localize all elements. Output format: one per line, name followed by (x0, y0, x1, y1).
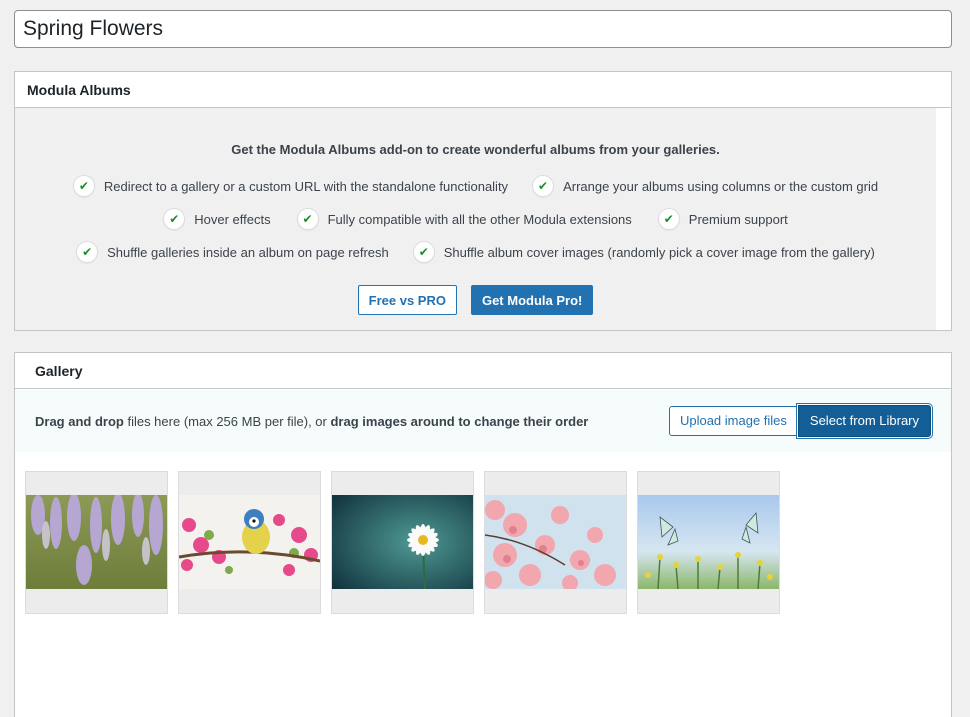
upload-buttons: Upload image files Select from Library (668, 404, 931, 437)
feature-label: Hover effects (194, 211, 271, 227)
check-icon: ✔ (412, 241, 435, 263)
daisy-image (332, 495, 473, 589)
albums-headline: Get the Modula Albums add-on to create w… (231, 142, 720, 157)
select-from-library-button[interactable]: Select from Library (797, 404, 931, 437)
feature-item: ✔ Shuffle galleries inside an album on p… (76, 241, 389, 263)
check-icon: ✔ (296, 208, 319, 230)
check-icon: ✔ (532, 175, 555, 197)
feature-item: ✔ Redirect to a gallery or a custom URL … (72, 175, 509, 197)
feature-item: ✔ Premium support (657, 208, 788, 230)
bird-image (179, 495, 320, 589)
feature-label: Arrange your albums using columns or the… (563, 178, 879, 194)
albums-upsell: Get the Modula Albums add-on to create w… (15, 108, 936, 330)
gallery-box: Gallery Drag and drop files here (max 25… (14, 352, 952, 717)
gallery-thumbnail-bird[interactable] (178, 471, 321, 614)
feature-label: Redirect to a gallery or a custom URL wi… (103, 178, 509, 194)
upload-instructions: Drag and drop files here (max 256 MB per… (35, 413, 589, 429)
gallery-title: Gallery (35, 362, 83, 379)
post-title-input[interactable]: Spring Flowers (14, 10, 952, 48)
gallery-thumbnail-wisteria[interactable] (25, 471, 168, 614)
check-icon: ✔ (163, 208, 186, 230)
butterflies-image (638, 495, 779, 589)
feature-label: Shuffle galleries inside an album on pag… (107, 244, 389, 260)
gallery-thumbnail-butterflies[interactable] (637, 471, 780, 614)
feature-item: ✔ Hover effects (163, 208, 271, 230)
check-icon: ✔ (76, 241, 99, 263)
gallery-thumbnails (25, 471, 780, 614)
feature-item: ✔ Arrange your albums using columns or t… (532, 175, 878, 197)
gallery-header[interactable]: Gallery (15, 353, 951, 389)
upload-dropzone[interactable]: Drag and drop files here (max 256 MB per… (15, 390, 951, 452)
check-icon: ✔ (657, 208, 680, 230)
get-modula-pro-button[interactable]: Get Modula Pro! (470, 285, 594, 315)
albums-header[interactable]: Modula Albums (15, 72, 951, 108)
gallery-thumbnail-cherry-blossom[interactable] (484, 471, 627, 614)
feature-label: Premium support (688, 211, 788, 227)
feature-row-1: ✔ Redirect to a gallery or a custom URL … (15, 175, 936, 197)
feature-item: ✔ Shuffle album cover images (randomly p… (412, 241, 875, 263)
feature-label: Fully compatible with all the other Modu… (327, 211, 632, 227)
upload-image-files-button[interactable]: Upload image files (668, 405, 798, 436)
feature-item: ✔ Fully compatible with all the other Mo… (296, 208, 632, 230)
feature-row-2: ✔ Hover effects ✔ Fully compatible with … (15, 208, 936, 230)
albums-buttons: Free vs PRO Get Modula Pro! (15, 285, 936, 315)
wisteria-image (26, 495, 167, 589)
feature-row-3: ✔ Shuffle galleries inside an album on p… (15, 241, 936, 263)
gallery-thumbnail-daisy[interactable] (331, 471, 474, 614)
cherry-blossom-image (485, 495, 626, 589)
free-vs-pro-button[interactable]: Free vs PRO (357, 285, 457, 315)
albums-title: Modula Albums (27, 81, 131, 98)
feature-label: Shuffle album cover images (randomly pic… (443, 244, 875, 260)
modula-albums-box: Modula Albums Get the Modula Albums add-… (14, 71, 952, 331)
check-icon: ✔ (72, 175, 95, 197)
